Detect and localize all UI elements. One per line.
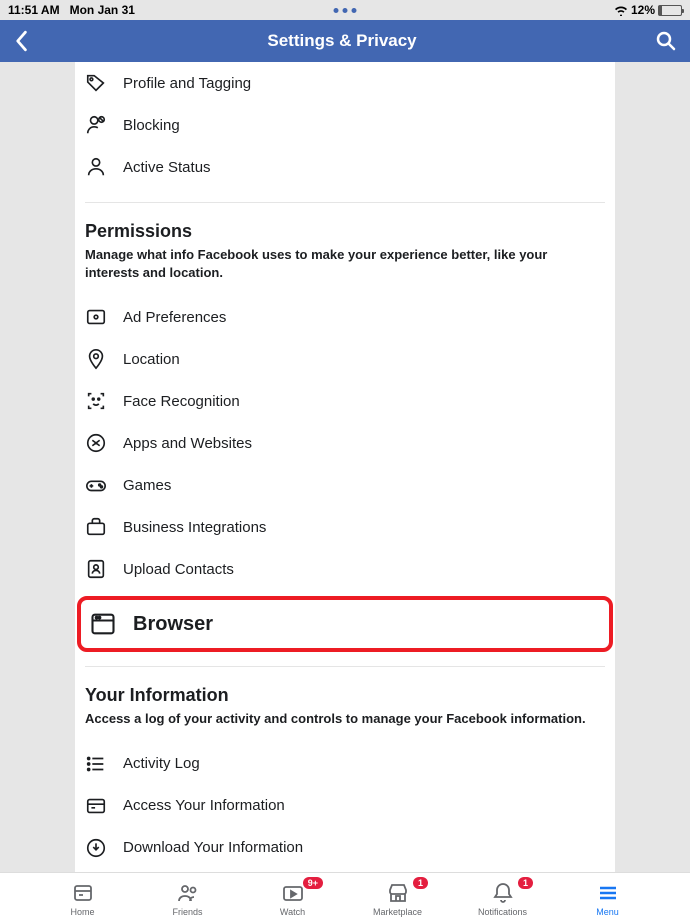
list-item-label: Ad Preferences — [123, 309, 226, 326]
badge: 1 — [413, 877, 428, 889]
back-button[interactable] — [14, 30, 28, 52]
header-title: Settings & Privacy — [267, 31, 416, 51]
wifi-icon — [614, 5, 628, 16]
friends-icon — [176, 881, 200, 905]
menu-icon — [596, 881, 620, 905]
access-info-item[interactable]: Access Your Information — [85, 785, 605, 827]
blocking-item[interactable]: Blocking — [85, 104, 605, 146]
list-item-label: Browser — [133, 613, 213, 636]
games-item[interactable]: Games — [85, 464, 605, 506]
list-item-label: Download Your Information — [123, 839, 303, 856]
location-item[interactable]: Location — [85, 338, 605, 380]
divider — [85, 202, 605, 203]
list-item-label: Location — [123, 351, 180, 368]
your-info-title: Your Information — [85, 685, 605, 706]
tab-label: Menu — [596, 907, 619, 917]
bell-icon — [491, 881, 515, 905]
settings-container[interactable]: Profile and Tagging Blocking Active Stat… — [0, 62, 690, 872]
list-item-label: Apps and Websites — [123, 435, 252, 452]
upload-contacts-item[interactable]: Upload Contacts — [85, 548, 605, 590]
tab-watch[interactable]: 9+ Watch — [240, 881, 345, 917]
search-button[interactable] — [656, 31, 676, 51]
browser-icon — [89, 610, 117, 638]
battery-icon — [658, 5, 682, 16]
contacts-icon — [85, 558, 107, 580]
badge: 9+ — [303, 877, 323, 889]
face-icon — [85, 390, 107, 412]
apps-websites-item[interactable]: Apps and Websites — [85, 422, 605, 464]
divider — [85, 666, 605, 667]
badge: 1 — [518, 877, 533, 889]
apps-icon — [85, 432, 107, 454]
briefcase-icon — [85, 516, 107, 538]
battery-percent: 12% — [631, 3, 655, 17]
tab-label: Home — [70, 907, 94, 917]
ad-icon — [85, 306, 107, 328]
tag-icon — [85, 72, 107, 94]
permissions-desc: Manage what info Facebook uses to make y… — [85, 246, 605, 282]
list-item-label: Active Status — [123, 159, 211, 176]
list-icon — [85, 753, 107, 775]
list-item-label: Games — [123, 477, 171, 494]
tab-label: Marketplace — [373, 907, 422, 917]
list-item-label: Profile and Tagging — [123, 75, 251, 92]
tab-label: Notifications — [478, 907, 527, 917]
activity-log-item[interactable]: Activity Log — [85, 743, 605, 785]
multitask-dots — [334, 8, 357, 13]
tab-marketplace[interactable]: 1 Marketplace — [345, 881, 450, 917]
list-item-label: Business Integrations — [123, 519, 266, 536]
tab-label: Friends — [172, 907, 202, 917]
face-recognition-item[interactable]: Face Recognition — [85, 380, 605, 422]
blocking-icon — [85, 114, 107, 136]
app-header: Settings & Privacy — [0, 20, 690, 62]
list-item-label: Blocking — [123, 117, 180, 134]
home-icon — [71, 881, 95, 905]
business-integrations-item[interactable]: Business Integrations — [85, 506, 605, 548]
tab-friends[interactable]: Friends — [135, 881, 240, 917]
status-time: 11:51 AM — [8, 3, 60, 17]
tab-menu[interactable]: Menu — [555, 881, 660, 917]
status-date: Mon Jan 31 — [70, 3, 135, 17]
list-item-label: Activity Log — [123, 755, 200, 772]
games-icon — [85, 474, 107, 496]
tab-label: Watch — [280, 907, 305, 917]
tab-home[interactable]: Home — [30, 881, 135, 917]
list-item-label: Face Recognition — [123, 393, 240, 410]
list-item-label: Upload Contacts — [123, 561, 234, 578]
your-info-desc: Access a log of your activity and contro… — [85, 710, 605, 728]
permissions-title: Permissions — [85, 221, 605, 242]
download-info-item[interactable]: Download Your Information — [85, 827, 605, 869]
ad-preferences-item[interactable]: Ad Preferences — [85, 296, 605, 338]
active-status-icon — [85, 156, 107, 178]
profile-tagging-item[interactable]: Profile and Tagging — [85, 62, 605, 104]
active-status-item[interactable]: Active Status — [85, 146, 605, 188]
browser-item[interactable]: Browser — [77, 596, 613, 652]
tab-notifications[interactable]: 1 Notifications — [450, 881, 555, 917]
status-bar: 11:51 AM Mon Jan 31 12% — [0, 0, 690, 20]
location-icon — [85, 348, 107, 370]
watch-icon — [281, 881, 305, 905]
list-item-label: Access Your Information — [123, 797, 285, 814]
download-icon — [85, 837, 107, 859]
tab-bar: Home Friends 9+ Watch 1 Marketplace 1 No… — [0, 872, 690, 920]
access-icon — [85, 795, 107, 817]
marketplace-icon — [386, 881, 410, 905]
